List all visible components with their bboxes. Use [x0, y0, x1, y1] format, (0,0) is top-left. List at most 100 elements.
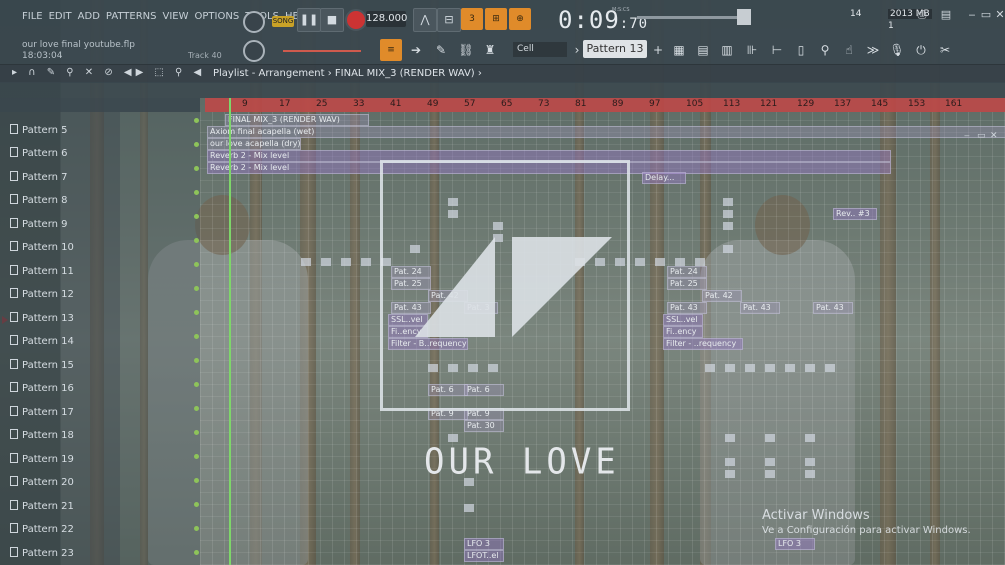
pattern-block[interactable] — [723, 245, 733, 253]
track-mute-led[interactable] — [194, 142, 199, 147]
pattern-block[interactable] — [785, 364, 795, 372]
track-mute-led[interactable] — [194, 358, 199, 363]
track-mute-led[interactable] — [194, 550, 199, 555]
track-mute-led[interactable] — [194, 262, 199, 267]
pattern-block[interactable] — [361, 258, 371, 266]
pattern-clip[interactable]: Pat. 24 — [667, 266, 707, 278]
track-mute-led[interactable] — [194, 118, 199, 123]
menu-patterns[interactable]: PATTERNS — [106, 11, 157, 22]
pattern-block[interactable] — [341, 258, 351, 266]
pattern-select[interactable]: Pattern 13 — [583, 40, 647, 58]
master-pitch-knob[interactable] — [243, 40, 265, 62]
play-button[interactable]: ❚❚ — [297, 8, 321, 32]
pattern-block[interactable] — [301, 258, 311, 266]
breadcrumb-item[interactable]: FINAL MIX_3 (RENDER WAV) — [335, 68, 475, 79]
track-mute-led[interactable] — [194, 190, 199, 195]
track-mute-led[interactable] — [194, 214, 199, 219]
automation-clip[interactable]: Rev.. #3 — [833, 208, 877, 220]
track-mute-led[interactable] — [194, 454, 199, 459]
track-mute-led[interactable] — [194, 286, 199, 291]
pattern-block[interactable] — [725, 470, 735, 478]
pattern-clip[interactable]: Pat. 42 — [702, 290, 742, 302]
touch-keyboard-icon[interactable]: ☝ — [838, 40, 860, 60]
pattern-block[interactable] — [725, 364, 735, 372]
pattern-item[interactable]: Pattern 18 — [10, 429, 74, 441]
menu-add[interactable]: ADD — [78, 11, 100, 22]
pattern-item[interactable]: Pattern 9 — [10, 218, 68, 230]
song-mode-toggle[interactable]: SONG — [272, 16, 294, 27]
pattern-item[interactable]: Pattern 16 — [10, 382, 74, 394]
pattern-item[interactable]: Pattern 10 — [10, 241, 74, 253]
countdown-icon[interactable]: 3 — [461, 8, 483, 30]
pattern-block[interactable] — [695, 258, 705, 266]
metronome-icon[interactable]: ⋀ — [413, 8, 437, 32]
tempo-display[interactable]: 128.000 — [366, 11, 407, 27]
pattern-block[interactable] — [635, 258, 645, 266]
automation-clip[interactable]: LFOT..el — [464, 550, 504, 562]
playlist-minimize-icon[interactable]: ‒ — [964, 131, 970, 141]
playlist-maximize-icon[interactable]: ▭ — [977, 131, 986, 141]
playlist-snap-icon[interactable]: ≡ — [380, 39, 402, 61]
step-edit-icon[interactable]: ⊞ — [485, 8, 507, 30]
pattern-item[interactable]: Pattern 17 — [10, 406, 74, 418]
pattern-item[interactable]: Pattern 7 — [10, 171, 68, 183]
pattern-item[interactable]: Pattern 15 — [10, 359, 74, 371]
automation-clip[interactable]: Fi..ency — [663, 326, 703, 338]
pattern-block[interactable] — [655, 258, 665, 266]
pattern-block[interactable] — [723, 198, 733, 206]
pattern-block[interactable] — [765, 458, 775, 466]
pattern-block[interactable] — [805, 434, 815, 442]
automation-clip[interactable]: LFO 3 — [775, 538, 815, 550]
power-icon[interactable]: ⏻ — [910, 40, 932, 60]
timeline-ruler[interactable]: 9 17 25 33 41 49 57 65 73 81 89 97 105 1… — [205, 98, 1005, 112]
automation-clip[interactable]: Delay... — [642, 172, 686, 184]
pattern-item[interactable]: Pattern 21 — [10, 500, 74, 512]
pattern-clip[interactable]: Pat. 43 — [740, 302, 780, 314]
pattern-clip[interactable]: Pat. 43 — [667, 302, 707, 314]
pattern-item[interactable]: Pattern 20 — [10, 476, 74, 488]
playlist-icon[interactable]: ▦ — [668, 40, 690, 60]
song-position[interactable]: 0:09:70 — [558, 6, 648, 34]
microphone-icon[interactable]: 🎙 — [886, 40, 908, 60]
automation-clip[interactable]: LFO 3 — [464, 538, 504, 550]
pattern-item[interactable]: Pattern 14 — [10, 335, 74, 347]
close-window-icon[interactable]: ✕ — [991, 8, 1005, 22]
pattern-block[interactable] — [723, 222, 733, 230]
playhead[interactable] — [229, 98, 231, 565]
pattern-item[interactable]: Pattern 13 — [10, 312, 74, 324]
browser-icon[interactable]: ⊢ — [766, 40, 788, 60]
pattern-item[interactable]: Pattern 12 — [10, 288, 74, 300]
audio-clip[interactable]: FINAL MIX_3 (RENDER WAV) — [225, 114, 369, 126]
save-icon[interactable]: ⎙ — [913, 8, 931, 22]
track-mute-led[interactable] — [194, 406, 199, 411]
track-mute-led[interactable] — [194, 238, 199, 243]
pattern-clip[interactable]: Pat. 30 — [464, 420, 504, 432]
edison-icon[interactable]: ≫ — [862, 40, 884, 60]
pattern-block[interactable] — [825, 364, 835, 372]
arrow-icon[interactable]: ➔ — [405, 40, 427, 60]
pattern-clip[interactable]: Pat. 43 — [813, 302, 853, 314]
master-pitch-slider[interactable] — [283, 50, 361, 52]
menu-file[interactable]: FILE — [22, 11, 43, 22]
automation-clip[interactable]: SSL..vel — [663, 314, 703, 326]
track-mute-led[interactable] — [194, 526, 199, 531]
plugin-icon[interactable]: ⚲ — [814, 40, 836, 60]
pattern-block[interactable] — [765, 364, 775, 372]
menu-view[interactable]: VIEW — [163, 11, 189, 22]
pattern-block[interactable] — [705, 364, 715, 372]
pattern-item[interactable]: Pattern 19 — [10, 453, 74, 465]
pencil-icon[interactable]: ✎ — [430, 40, 452, 60]
pattern-item[interactable]: Pattern 8 — [10, 194, 68, 206]
track-mute-led[interactable] — [194, 502, 199, 507]
wait-icon[interactable]: ⊟ — [437, 8, 461, 32]
track-mute-led[interactable] — [194, 166, 199, 171]
pattern-block[interactable] — [321, 258, 331, 266]
pattern-block[interactable] — [675, 258, 685, 266]
mixer-icon[interactable]: ⊪ — [741, 40, 763, 60]
track-mute-led[interactable] — [194, 310, 199, 315]
pattern-item[interactable]: Pattern 22 — [10, 523, 74, 535]
audio-clip[interactable]: our love acapella (dry) — [207, 138, 301, 150]
disk-icon[interactable]: ▤ — [937, 8, 955, 22]
automation-clip[interactable]: Filter - ..requency — [663, 338, 743, 350]
piano-roll-icon[interactable]: ▤ — [692, 40, 714, 60]
